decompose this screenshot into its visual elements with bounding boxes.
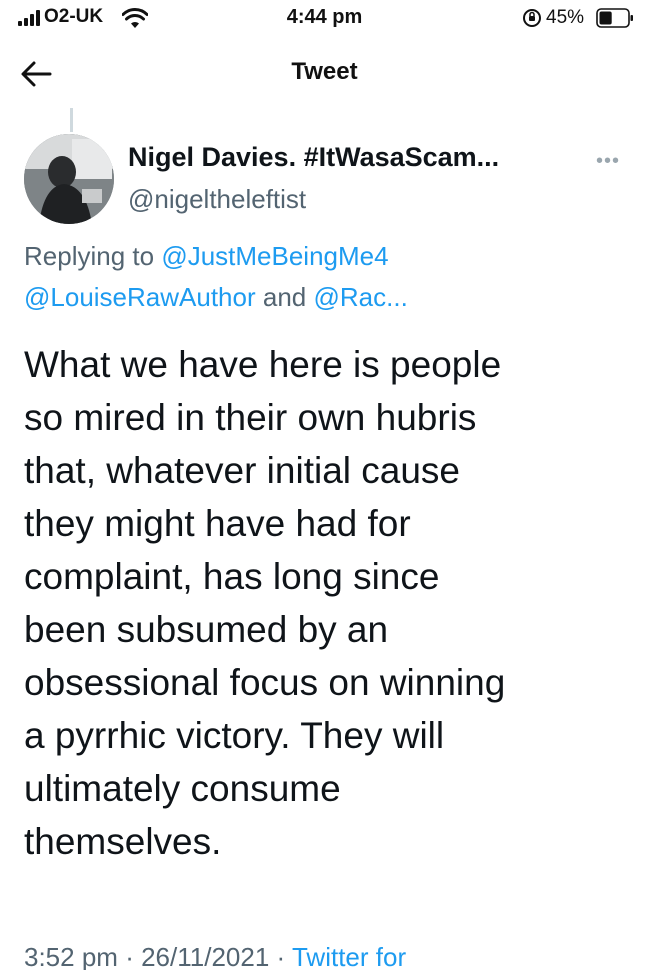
battery-icon <box>596 8 633 28</box>
battery-percent: 45% <box>546 7 585 28</box>
page-title: Tweet <box>291 58 358 85</box>
reply-mention-link[interactable]: @LouiseRawAuthor <box>24 282 256 312</box>
reply-and-text: and <box>262 282 307 312</box>
replying-to-label: Replying to <box>24 241 155 271</box>
status-bar: O2-UK 4:44 pm 45% <box>0 0 649 38</box>
tweet-text: What we have here is people so mired in … <box>24 344 506 862</box>
tweet-source-link[interactable]: Twitter for <box>292 942 406 970</box>
tweet-time: 3:52 pm <box>24 942 118 970</box>
more-options-button[interactable]: ••• <box>590 150 626 174</box>
meta-separator: · <box>125 942 134 970</box>
thread-connector-line <box>70 108 73 132</box>
replying-to: Replying to @JustMeBeingMe4 @LouiseRawAu… <box>24 236 624 318</box>
avatar[interactable] <box>24 134 114 224</box>
display-name[interactable]: Nigel Davies. #ItWasaScam... <box>128 142 499 173</box>
reply-mention-link[interactable]: @JustMeBeingMe4 <box>161 241 388 271</box>
tweet-meta: 3:52 pm · 26/11/2021 · Twitter for <box>24 942 406 970</box>
reply-mention-link[interactable]: @Rac... <box>314 282 408 312</box>
meta-separator: · <box>276 942 286 970</box>
user-handle[interactable]: @nigeltheleftist <box>128 184 306 215</box>
avatar-photo <box>24 134 114 224</box>
orientation-lock-icon <box>523 9 541 27</box>
more-horizontal-icon: ••• <box>595 150 620 172</box>
tweet-date: 26/11/2021 <box>141 942 270 970</box>
nav-bar: Tweet <box>0 44 649 104</box>
